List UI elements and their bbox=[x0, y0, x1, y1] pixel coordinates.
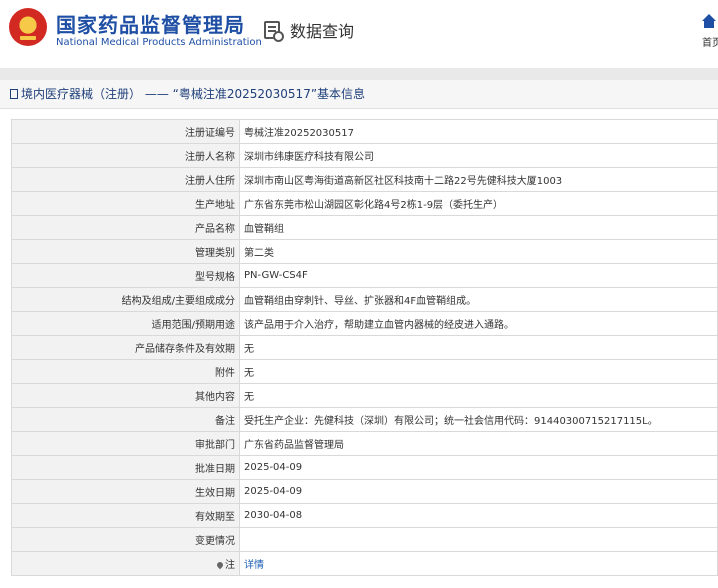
table-row: 管理类别 第二类 bbox=[11, 239, 718, 264]
table-row: 备注 受托生产企业：先健科技（深圳）有限公司；统一社会信用代码：914403007… bbox=[11, 407, 718, 432]
row-value: 深圳市纬康医疗科技有限公司 bbox=[239, 143, 718, 168]
table-row: 生产地址 广东省东莞市松山湖园区彰化路4号2栋1-9层（委托生产） bbox=[11, 191, 718, 216]
site-title-cn: 国家药品监督管理局 bbox=[56, 13, 245, 37]
row-value: 2025-04-09 bbox=[239, 455, 718, 480]
row-label: 批准日期 bbox=[11, 455, 240, 480]
home-icon-body bbox=[704, 21, 714, 28]
note-value-cell: 详情 bbox=[239, 551, 718, 576]
row-value: 无 bbox=[239, 359, 718, 384]
table-row: 型号规格 PN-GW-CS4F bbox=[11, 263, 718, 288]
row-value: 2025-04-09 bbox=[239, 479, 718, 504]
row-label: 注册人住所 bbox=[11, 167, 240, 192]
home-label: 首页 bbox=[702, 38, 718, 49]
note-label-cell: 注 bbox=[11, 551, 240, 576]
row-label: 结构及组成/主要组成成分 bbox=[11, 287, 240, 312]
home-link[interactable]: 首页 bbox=[700, 14, 718, 49]
row-label: 审批部门 bbox=[11, 431, 240, 456]
data-query-link[interactable]: 数据查询 bbox=[264, 18, 354, 42]
row-label: 备注 bbox=[11, 407, 240, 432]
table-row: 有效期至 2030-04-08 bbox=[11, 503, 718, 528]
row-label: 产品储存条件及有效期 bbox=[11, 335, 240, 360]
table-row: 附件无 bbox=[11, 359, 718, 384]
table-row: 适用范围/预期用途 该产品用于介入治疗，帮助建立血管内器械的经皮进入通路。 bbox=[11, 311, 718, 336]
table-row-note: 注详情 bbox=[11, 551, 718, 576]
row-value bbox=[239, 527, 718, 552]
row-label: 管理类别 bbox=[11, 239, 240, 264]
row-label: 注册人名称 bbox=[11, 143, 240, 168]
table-row: 注册人名称 深圳市纬康医疗科技有限公司 bbox=[11, 143, 718, 168]
row-value: 无 bbox=[239, 383, 718, 408]
breadcrumb-text: 境内医疗器械（注册） —— “粤械注准20252030517”基本信息 bbox=[21, 87, 366, 101]
site-title-en: National Medical Products Administration bbox=[56, 37, 262, 48]
row-value: 2030-04-08 bbox=[239, 503, 718, 528]
emblem-logo bbox=[9, 8, 47, 46]
row-label: 生产地址 bbox=[11, 191, 240, 216]
header-divider bbox=[0, 68, 718, 80]
row-label: 适用范围/预期用途 bbox=[11, 311, 240, 336]
table-row: 生效日期 2025-04-09 bbox=[11, 479, 718, 504]
home-icon bbox=[702, 14, 716, 21]
row-label: 型号规格 bbox=[11, 263, 240, 288]
info-table-wrapper: 注册证编号 粤械注准20252030517 注册人名称 深圳市纬康医疗科技有限公司 注册… bbox=[0, 109, 718, 576]
row-label: 其他内容 bbox=[11, 383, 240, 408]
table-row: 批准日期 2025-04-09 bbox=[11, 455, 718, 480]
table-row: 审批部门 广东省药品监督管理局 bbox=[11, 431, 718, 456]
row-value: 血管鞘组由穿刺针、导丝、扩张器和4F血管鞘组成。 bbox=[239, 287, 718, 312]
table-row: 注册证编号 粤械注准20252030517 bbox=[11, 119, 718, 144]
row-label: 注册证编号 bbox=[11, 119, 240, 144]
row-value: 第二类 bbox=[239, 239, 718, 264]
pin-icon bbox=[215, 560, 225, 570]
row-value: 广东省东莞市松山湖园区彰化路4号2栋1-9层（委托生产） bbox=[239, 191, 718, 216]
data-query-label: 数据查询 bbox=[290, 22, 355, 41]
details-link[interactable]: 详情 bbox=[244, 560, 264, 571]
table-row: 产品名称 血管鞘组 bbox=[11, 215, 718, 240]
info-table: 注册证编号 粤械注准20252030517 注册人名称 深圳市纬康医疗科技有限公司 注册… bbox=[11, 119, 718, 576]
row-value: 血管鞘组 bbox=[239, 215, 718, 240]
search-document-icon bbox=[264, 21, 284, 42]
breadcrumb: 境内医疗器械（注册） —— “粤械注准20252030517”基本信息 bbox=[0, 80, 718, 109]
table-row: 产品储存条件及有效期无 bbox=[11, 335, 718, 360]
row-label: 生效日期 bbox=[11, 479, 240, 504]
row-value: 广东省药品监督管理局 bbox=[239, 431, 718, 456]
row-value: 受托生产企业：先健科技（深圳）有限公司；统一社会信用代码：91440300715… bbox=[239, 407, 718, 432]
row-label: 变更情况 bbox=[11, 527, 240, 552]
row-value: 该产品用于介入治疗，帮助建立血管内器械的经皮进入通路。 bbox=[239, 311, 718, 336]
row-label: 附件 bbox=[11, 359, 240, 384]
note-label: 注 bbox=[225, 560, 235, 571]
table-row: 注册人住所 深圳市南山区粤海街道高新区社区科技南十二路22号先健科技大厦1003 bbox=[11, 167, 718, 192]
table-row: 变更情况 bbox=[11, 527, 718, 552]
table-row: 其他内容无 bbox=[11, 383, 718, 408]
row-label: 有效期至 bbox=[11, 503, 240, 528]
row-value: 无 bbox=[239, 335, 718, 360]
site-header: 国家药品监督管理局 National Medical Products Admi… bbox=[0, 0, 718, 68]
row-value: 粤械注准20252030517 bbox=[239, 119, 718, 144]
row-label: 产品名称 bbox=[11, 215, 240, 240]
row-value: PN-GW-CS4F bbox=[239, 263, 718, 288]
document-icon bbox=[10, 89, 18, 99]
table-row: 结构及组成/主要组成成分 血管鞘组由穿刺针、导丝、扩张器和4F血管鞘组成。 bbox=[11, 287, 718, 312]
row-value: 深圳市南山区粤海街道高新区社区科技南十二路22号先健科技大厦1003 bbox=[239, 167, 718, 192]
